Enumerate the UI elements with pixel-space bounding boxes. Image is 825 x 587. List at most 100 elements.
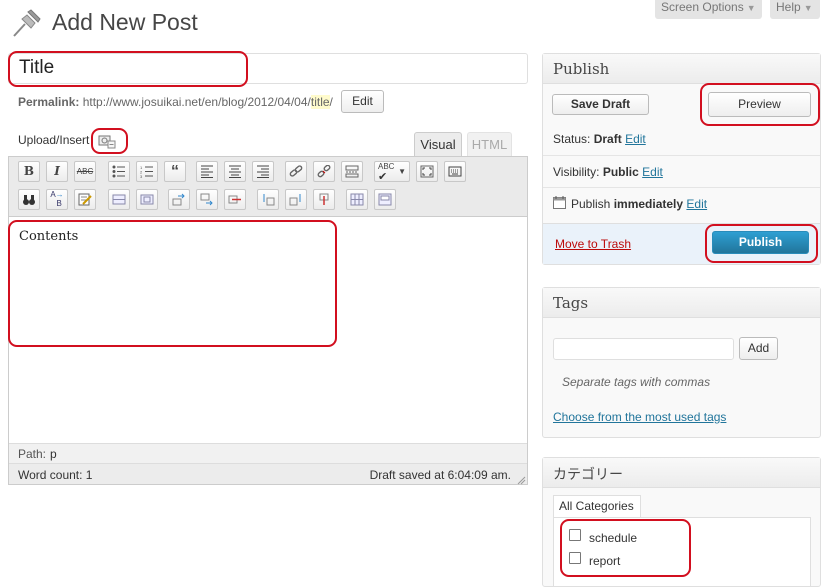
split-cells-icon [350,193,364,206]
tags-input[interactable] [553,338,734,360]
visibility-value: Public [602,165,639,179]
tags-hint: Separate tags with commas [562,375,711,389]
tab-visual[interactable]: Visual [414,132,462,157]
permalink-base: http://www.josuikai.net/en/blog/2012/04/… [82,95,311,109]
schedule-row: Publish immediately Edit [571,197,707,211]
insert-row-icon [172,193,185,206]
chevron-down-icon: ▼ [803,3,813,13]
permalink-slug[interactable]: title [310,95,330,109]
preview-button[interactable]: Preview [708,92,811,117]
tab-html[interactable]: HTML [467,132,512,157]
more-tag-button[interactable] [341,161,363,182]
insert-column-icon [289,194,301,206]
categories-box-title: カテゴリー [543,458,820,488]
help-button[interactable]: Help ▼ [770,0,820,19]
add-tag-button[interactable]: Add [739,337,778,360]
category-checkbox-schedule[interactable] [569,529,581,541]
fullscreen-icon [420,165,434,178]
status-value: Draft [593,132,622,146]
publish-box-title: Publish [543,54,820,84]
chevron-down-icon: ▼ [746,3,756,13]
delete-row-icon [228,195,241,204]
path-value[interactable]: p [50,447,57,461]
status-row: Status: Draft Edit [553,132,646,146]
align-left-icon [201,165,213,178]
path-label: Path: [18,447,47,461]
word-count: Word count: 1 [18,468,93,482]
permalink-end: / [329,95,333,109]
choose-tags-link[interactable]: Choose from the most used tags [553,410,726,424]
more-tag-icon [345,165,359,178]
italic-button[interactable]: I [46,161,68,182]
notepad-icon [78,193,92,206]
merge-cells-icon [378,193,392,206]
insert-link-button[interactable] [285,161,307,182]
replace-button[interactable]: A→ B [46,189,68,210]
publish-button[interactable]: Publish [712,231,809,254]
pushpin-icon [10,6,44,40]
insert-column-icon [263,194,275,206]
numbered-list-button[interactable]: 123 [136,161,158,182]
find-replace-button[interactable] [18,189,40,210]
category-checkbox-report[interactable] [569,552,581,564]
insert-row-icon [200,193,213,206]
spellcheck-button[interactable]: ABC ✔ ▼ [374,161,410,183]
path-bar: Path: p [9,443,527,463]
keyboard-icon [448,166,462,177]
table-icon [112,194,126,205]
permalink-label: Permalink: [18,95,80,109]
strikethrough-button[interactable]: ABC [74,161,96,182]
insert-col-after-button[interactable] [285,189,307,210]
merge-cells-button[interactable] [374,189,396,210]
table-button-1[interactable] [108,189,130,210]
visibility-row: Visibility: Public Edit [553,165,663,179]
save-draft-button[interactable]: Save Draft [552,94,649,115]
delete-column-icon [319,193,329,205]
numbered-list-icon: 123 [140,165,153,178]
visibility-label: Visibility: [553,165,600,179]
help-label: Help [776,0,801,14]
editor-content[interactable]: Contents [19,229,78,244]
title-field[interactable]: Title [8,53,528,84]
unlink-icon [317,165,331,178]
categories-list [553,517,811,587]
add-media-icon[interactable] [98,133,116,149]
delete-col-button[interactable] [313,189,335,210]
draft-saved-status: Draft saved at 6:04:09 am. [369,468,511,482]
blockquote-button[interactable]: “ [164,161,186,182]
insert-row-after-button[interactable] [196,189,218,210]
unlink-button[interactable] [313,161,335,182]
status-edit-link[interactable]: Edit [625,132,646,146]
split-cells-button[interactable] [346,189,368,210]
insert-col-before-button[interactable] [257,189,279,210]
bullet-list-icon [112,165,125,178]
divider [543,155,820,156]
move-to-trash-link[interactable]: Move to Trash [555,237,631,251]
align-right-icon [257,165,269,178]
visibility-edit-link[interactable]: Edit [642,165,663,179]
insert-row-before-button[interactable] [168,189,190,210]
title-value: Title [19,57,55,78]
publish-value: immediately [613,197,684,211]
align-left-button[interactable] [196,161,218,182]
permalink-row: Permalink: http://www.josuikai.net/en/bl… [18,95,333,109]
permalink-edit-button[interactable]: Edit [341,90,384,113]
paste-text-button[interactable] [74,189,96,210]
align-center-icon [229,165,241,178]
tab-all-categories[interactable]: All Categories [553,495,641,517]
table-button-2[interactable] [136,189,158,210]
bold-button[interactable]: B [18,161,40,182]
schedule-edit-link[interactable]: Edit [686,197,707,211]
category-label-schedule: schedule [589,531,638,545]
status-label: Status: [553,132,591,146]
screen-options-button[interactable]: Screen Options ▼ [655,0,762,19]
fullscreen-button[interactable] [416,161,438,182]
delete-row-button[interactable] [224,189,246,210]
resize-handle-icon[interactable] [516,474,526,485]
bullet-list-button[interactable] [108,161,130,182]
status-bar: Word count: 1 Draft saved at 6:04:09 am. [9,463,527,485]
category-label-report: report [589,554,621,568]
align-center-button[interactable] [224,161,246,182]
kitchen-sink-button[interactable] [444,161,466,182]
align-right-button[interactable] [252,161,274,182]
